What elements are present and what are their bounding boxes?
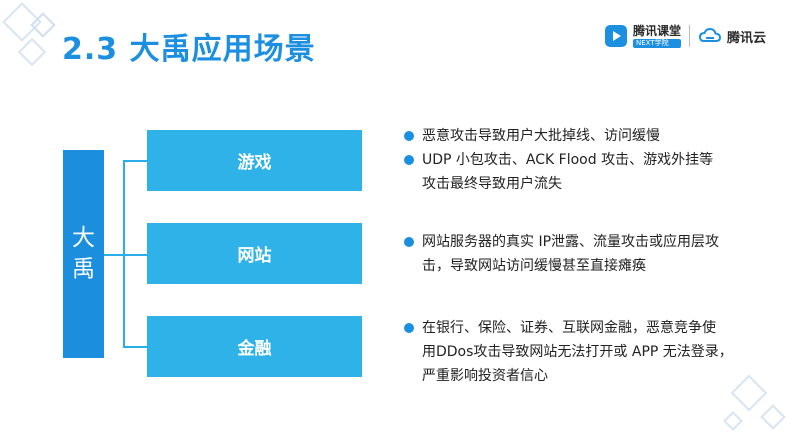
slide-title: 2.3 大禹应用场景 bbox=[62, 32, 316, 67]
ketang-name: 腾讯课堂 bbox=[632, 23, 681, 38]
websites-description: 网站服务器的真实 IP泄露、流量攻击或应用层攻 击，导致网站访问缓慢甚至直接瘫痪 bbox=[404, 230, 774, 278]
root-node: 大 禹 bbox=[63, 150, 104, 358]
bullet-dot-icon bbox=[404, 155, 414, 165]
bullet-dot-icon bbox=[404, 237, 414, 247]
play-icon bbox=[604, 25, 627, 47]
bullet-text: 网站服务器的真实 IP泄露、流量攻击或应用层攻 bbox=[422, 234, 720, 250]
bullet-text: 恶意攻击导致用户大批掉线、访问缓慢 bbox=[422, 128, 660, 144]
bullet-item: UDP 小包攻击、ACK Flood 攻击、游戏外挂等 攻击最终导致用户流失 bbox=[404, 148, 774, 196]
bullet-text: 在银行、保险、证券、互联网金融，恶意竞争使 bbox=[422, 320, 716, 336]
category-games: 游戏 bbox=[147, 130, 362, 191]
connector-line bbox=[123, 160, 148, 162]
logo-bar: 腾讯课堂 NEXT学院 腾讯云 bbox=[604, 24, 766, 48]
bullet-item: 恶意攻击导致用户大批掉线、访问缓慢 bbox=[404, 124, 774, 148]
connector-line bbox=[104, 254, 124, 256]
bullet-text: UDP 小包攻击、ACK Flood 攻击、游戏外挂等 bbox=[422, 152, 714, 168]
bullet-dot-icon bbox=[404, 131, 414, 141]
bullet-text: 用DDos攻击导致网站无法打开或 APP 无法登录， bbox=[422, 344, 733, 360]
finance-description: 在银行、保险、证券、互联网金融，恶意竞争使 用DDos攻击导致网站无法打开或 A… bbox=[404, 316, 774, 388]
category-finance: 金融 bbox=[147, 316, 362, 377]
games-description: 恶意攻击导致用户大批掉线、访问缓慢 UDP 小包攻击、ACK Flood 攻击、… bbox=[404, 124, 774, 196]
ketang-subtitle: NEXT学院 bbox=[632, 38, 681, 48]
connector-line bbox=[123, 254, 148, 256]
connector-line bbox=[123, 346, 148, 348]
bullet-item: 在银行、保险、证券、互联网金融，恶意竞争使 用DDos攻击导致网站无法打开或 A… bbox=[404, 316, 774, 388]
corner-decoration bbox=[723, 411, 743, 431]
corner-decoration bbox=[17, 37, 47, 67]
category-websites: 网站 bbox=[147, 223, 362, 284]
logo-divider bbox=[688, 25, 690, 47]
cloud-name: 腾讯云 bbox=[726, 30, 766, 46]
cloud-icon bbox=[698, 27, 721, 42]
bullet-dot-icon bbox=[404, 323, 414, 333]
bullet-text: 击，导致网站访问缓慢甚至直接瘫痪 bbox=[422, 258, 646, 274]
bullet-text: 攻击最终导致用户流失 bbox=[422, 176, 562, 192]
root-label-char: 大 bbox=[72, 224, 95, 251]
root-label-char: 禹 bbox=[72, 256, 95, 282]
tencent-cloud-logo: 腾讯云 bbox=[698, 24, 766, 48]
corner-decoration bbox=[760, 404, 786, 430]
bullet-item: 网站服务器的真实 IP泄露、流量攻击或应用层攻 击，导致网站访问缓慢甚至直接瘫痪 bbox=[404, 230, 774, 278]
bullet-text: 严重影响投资者信心 bbox=[422, 368, 548, 384]
tencent-classroom-logo: 腾讯课堂 NEXT学院 bbox=[604, 24, 681, 48]
